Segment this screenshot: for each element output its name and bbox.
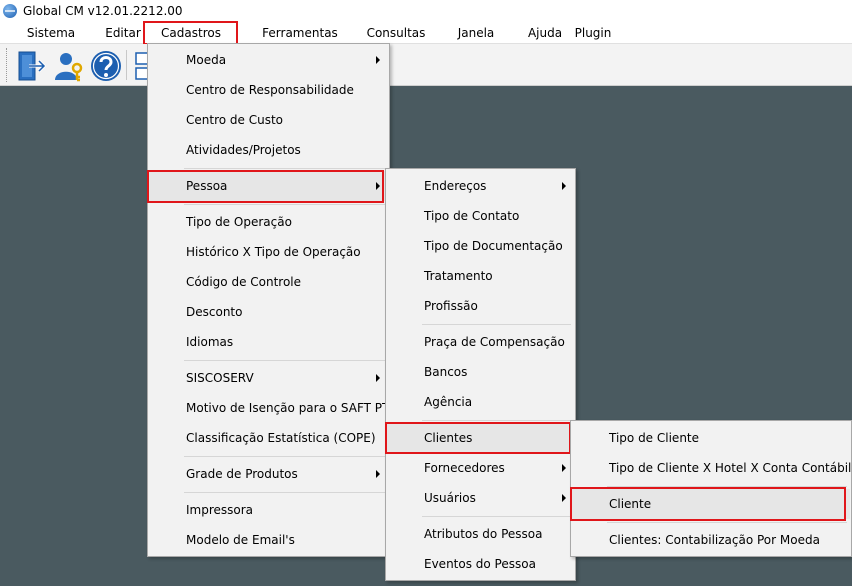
menu-item-cliente[interactable]: Cliente: [572, 489, 850, 519]
cadastros-menu: Moeda Centro de Responsabilidade Centro …: [147, 43, 390, 557]
menu-separator: [422, 420, 571, 421]
menu-separator: [607, 522, 847, 523]
menu-item-profissao[interactable]: Profissão: [387, 291, 574, 321]
menu-sistema[interactable]: Sistema: [22, 22, 80, 44]
menu-item-tipo-contato[interactable]: Tipo de Contato: [387, 201, 574, 231]
menu-item-grade-produtos[interactable]: Grade de Produtos: [149, 459, 388, 489]
menu-separator: [184, 360, 385, 361]
exit-button[interactable]: [14, 48, 48, 82]
menu-item-codigo-controle[interactable]: Código de Controle: [149, 267, 388, 297]
menu-item-tratamento[interactable]: Tratamento: [387, 261, 574, 291]
menu-janela[interactable]: Janela: [452, 22, 500, 44]
menu-item-eventos-pessoa[interactable]: Eventos do Pessoa: [387, 549, 574, 579]
submenu-arrow-icon: [376, 56, 380, 64]
menu-item-tipo-cliente[interactable]: Tipo de Cliente: [572, 423, 850, 453]
pessoa-submenu: Endereços Tipo de Contato Tipo de Docume…: [385, 168, 576, 581]
help-button[interactable]: [88, 48, 122, 82]
menu-item-enderecos[interactable]: Endereços: [387, 171, 574, 201]
help-icon: [91, 51, 121, 81]
menu-consultas[interactable]: Consultas: [362, 22, 430, 44]
menu-item-modelo-emails[interactable]: Modelo de Email's: [149, 525, 388, 555]
user-key-icon: [55, 53, 83, 82]
user-key-button[interactable]: [51, 48, 85, 82]
menu-item-praca-compensacao[interactable]: Praça de Compensação: [387, 327, 574, 357]
menu-item-atividades-projetos[interactable]: Atividades/Projetos: [149, 135, 388, 165]
submenu-arrow-icon: [562, 494, 566, 502]
menu-item-idiomas[interactable]: Idiomas: [149, 327, 388, 357]
menu-ferramentas[interactable]: Ferramentas: [258, 22, 342, 44]
menu-separator: [607, 486, 847, 487]
menu-separator: [184, 168, 385, 169]
menu-item-centro-custo[interactable]: Centro de Custo: [149, 105, 388, 135]
menu-item-pessoa[interactable]: Pessoa: [149, 171, 388, 201]
menu-item-tipo-operacao[interactable]: Tipo de Operação: [149, 207, 388, 237]
menu-item-bancos[interactable]: Bancos: [387, 357, 574, 387]
submenu-arrow-icon: [376, 470, 380, 478]
menu-item-siscoserv[interactable]: SISCOSERV: [149, 363, 388, 393]
menu-plugin[interactable]: Plugin: [572, 22, 614, 44]
menu-item-tipo-cliente-hotel-conta[interactable]: Tipo de Cliente X Hotel X Conta Contábil: [572, 453, 851, 483]
menu-item-usuarios[interactable]: Usuários: [387, 483, 574, 513]
toolbar-separator: [126, 50, 127, 80]
menu-item-clientes[interactable]: Clientes: [387, 423, 574, 453]
menu-item-centro-responsabilidade[interactable]: Centro de Responsabilidade: [149, 75, 388, 105]
menu-item-classificacao-estatistica[interactable]: Classificação Estatística (COPE): [149, 423, 388, 453]
menu-item-fornecedores[interactable]: Fornecedores: [387, 453, 574, 483]
menu-item-desconto[interactable]: Desconto: [149, 297, 388, 327]
window-title: Global CM v12.01.2212.00: [23, 4, 183, 18]
menu-item-tipo-documentacao[interactable]: Tipo de Documentação: [387, 231, 574, 261]
toolbar-grip[interactable]: [6, 48, 10, 82]
menu-item-moeda[interactable]: Moeda: [149, 45, 388, 75]
exit-door-icon: [18, 51, 47, 81]
submenu-arrow-icon: [376, 182, 380, 190]
submenu-arrow-icon: [376, 374, 380, 382]
menu-item-clientes-contabilizacao-moeda[interactable]: Clientes: Contabilização Por Moeda: [572, 525, 850, 555]
toolbar: [0, 44, 852, 86]
menu-separator: [184, 456, 385, 457]
clientes-submenu: Tipo de Cliente Tipo de Cliente X Hotel …: [570, 420, 852, 557]
menu-editar[interactable]: Editar: [100, 22, 146, 44]
app-globe-icon: [3, 4, 17, 18]
menu-item-agencia[interactable]: Agência: [387, 387, 574, 417]
title-bar: Global CM v12.01.2212.00: [0, 0, 852, 22]
menu-separator: [184, 492, 385, 493]
submenu-arrow-icon: [562, 464, 566, 472]
menu-separator: [422, 324, 571, 325]
menu-separator: [184, 204, 385, 205]
menu-cadastros[interactable]: Cadastros: [146, 22, 236, 44]
menu-separator: [422, 516, 571, 517]
menu-ajuda[interactable]: Ajuda: [522, 22, 568, 44]
menu-item-impressora[interactable]: Impressora: [149, 495, 388, 525]
menu-item-atributos-pessoa[interactable]: Atributos do Pessoa: [387, 519, 574, 549]
submenu-arrow-icon: [562, 182, 566, 190]
menu-item-historico-tipo-operacao[interactable]: Histórico X Tipo de Operação: [149, 237, 388, 267]
menu-bar: Sistema Editar Cadastros Ferramentas Con…: [0, 22, 852, 44]
menu-item-motivo-isencao[interactable]: Motivo de Isenção para o SAFT PT: [149, 393, 389, 423]
